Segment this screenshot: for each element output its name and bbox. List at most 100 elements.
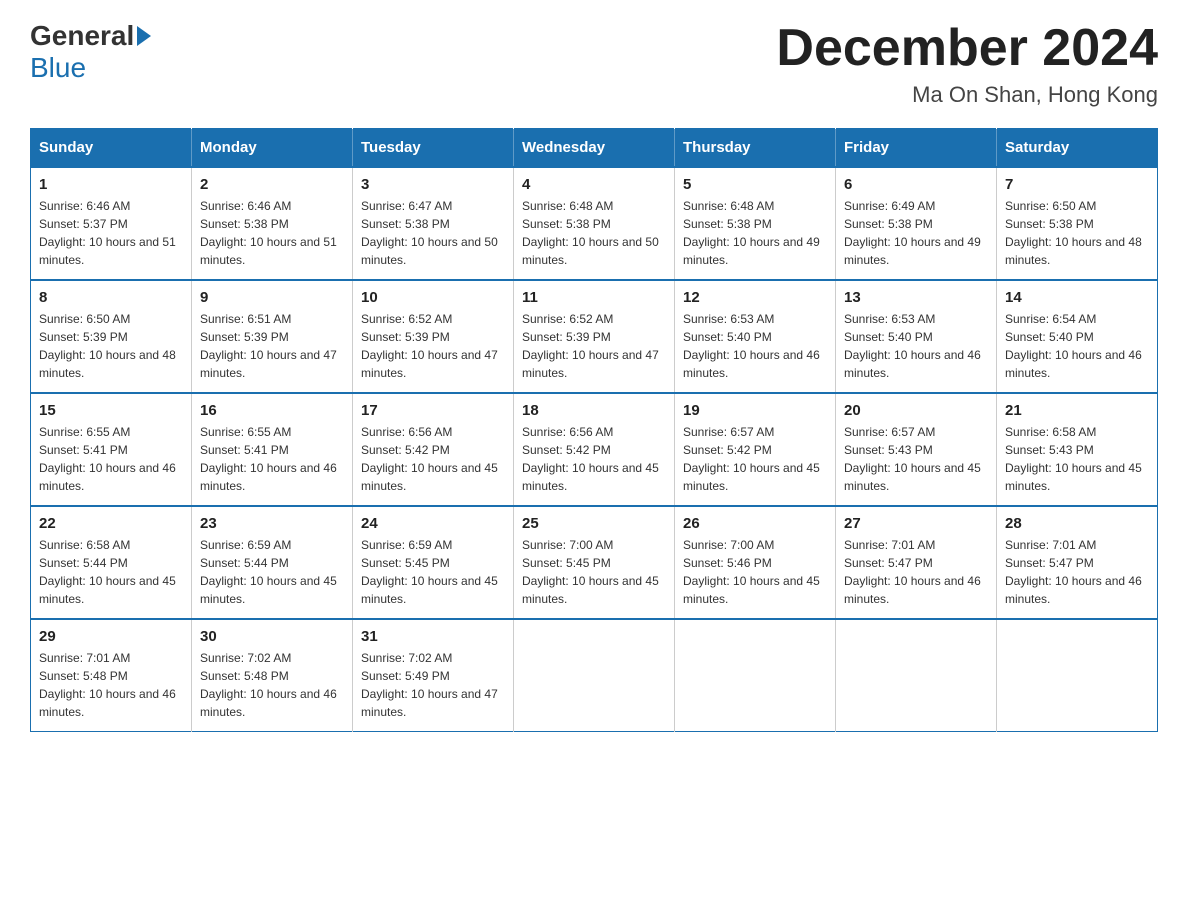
day-info: Sunrise: 7:02 AM Sunset: 5:49 PM Dayligh…	[361, 649, 505, 721]
table-row: 20 Sunrise: 6:57 AM Sunset: 5:43 PM Dayl…	[836, 393, 997, 506]
day-info: Sunrise: 6:50 AM Sunset: 5:39 PM Dayligh…	[39, 310, 183, 382]
table-row: 6 Sunrise: 6:49 AM Sunset: 5:38 PM Dayli…	[836, 167, 997, 280]
calendar-week-2: 8 Sunrise: 6:50 AM Sunset: 5:39 PM Dayli…	[31, 280, 1158, 393]
location-subtitle: Ma On Shan, Hong Kong	[776, 82, 1158, 108]
day-info: Sunrise: 6:50 AM Sunset: 5:38 PM Dayligh…	[1005, 197, 1149, 269]
day-number: 2	[200, 176, 344, 193]
day-info: Sunrise: 6:49 AM Sunset: 5:38 PM Dayligh…	[844, 197, 988, 269]
day-number: 5	[683, 176, 827, 193]
table-row: 3 Sunrise: 6:47 AM Sunset: 5:38 PM Dayli…	[353, 167, 514, 280]
table-row: 4 Sunrise: 6:48 AM Sunset: 5:38 PM Dayli…	[514, 167, 675, 280]
day-info: Sunrise: 6:56 AM Sunset: 5:42 PM Dayligh…	[522, 423, 666, 495]
day-number: 26	[683, 515, 827, 532]
day-number: 17	[361, 402, 505, 419]
day-number: 30	[200, 628, 344, 645]
day-info: Sunrise: 7:02 AM Sunset: 5:48 PM Dayligh…	[200, 649, 344, 721]
header-monday: Monday	[192, 129, 353, 168]
table-row: 8 Sunrise: 6:50 AM Sunset: 5:39 PM Dayli…	[31, 280, 192, 393]
day-info: Sunrise: 6:58 AM Sunset: 5:43 PM Dayligh…	[1005, 423, 1149, 495]
table-row: 13 Sunrise: 6:53 AM Sunset: 5:40 PM Dayl…	[836, 280, 997, 393]
logo: General Blue	[30, 20, 154, 84]
day-number: 3	[361, 176, 505, 193]
day-number: 21	[1005, 402, 1149, 419]
table-row: 9 Sunrise: 6:51 AM Sunset: 5:39 PM Dayli…	[192, 280, 353, 393]
calendar-week-1: 1 Sunrise: 6:46 AM Sunset: 5:37 PM Dayli…	[31, 167, 1158, 280]
day-info: Sunrise: 6:58 AM Sunset: 5:44 PM Dayligh…	[39, 536, 183, 608]
day-info: Sunrise: 6:46 AM Sunset: 5:38 PM Dayligh…	[200, 197, 344, 269]
day-info: Sunrise: 6:48 AM Sunset: 5:38 PM Dayligh…	[683, 197, 827, 269]
month-title: December 2024	[776, 20, 1158, 77]
table-row: 23 Sunrise: 6:59 AM Sunset: 5:44 PM Dayl…	[192, 506, 353, 619]
day-info: Sunrise: 6:53 AM Sunset: 5:40 PM Dayligh…	[683, 310, 827, 382]
table-row: 30 Sunrise: 7:02 AM Sunset: 5:48 PM Dayl…	[192, 619, 353, 732]
header-friday: Friday	[836, 129, 997, 168]
table-row: 12 Sunrise: 6:53 AM Sunset: 5:40 PM Dayl…	[675, 280, 836, 393]
calendar-header-row: Sunday Monday Tuesday Wednesday Thursday…	[31, 129, 1158, 168]
table-row	[514, 619, 675, 732]
page-header: General Blue December 2024 Ma On Shan, H…	[30, 20, 1158, 108]
day-info: Sunrise: 6:57 AM Sunset: 5:42 PM Dayligh…	[683, 423, 827, 495]
table-row	[997, 619, 1158, 732]
table-row: 10 Sunrise: 6:52 AM Sunset: 5:39 PM Dayl…	[353, 280, 514, 393]
table-row: 14 Sunrise: 6:54 AM Sunset: 5:40 PM Dayl…	[997, 280, 1158, 393]
table-row: 24 Sunrise: 6:59 AM Sunset: 5:45 PM Dayl…	[353, 506, 514, 619]
day-number: 14	[1005, 289, 1149, 306]
day-info: Sunrise: 6:47 AM Sunset: 5:38 PM Dayligh…	[361, 197, 505, 269]
day-number: 8	[39, 289, 183, 306]
day-number: 28	[1005, 515, 1149, 532]
header-sunday: Sunday	[31, 129, 192, 168]
day-number: 31	[361, 628, 505, 645]
table-row: 29 Sunrise: 7:01 AM Sunset: 5:48 PM Dayl…	[31, 619, 192, 732]
day-info: Sunrise: 6:59 AM Sunset: 5:44 PM Dayligh…	[200, 536, 344, 608]
day-number: 11	[522, 289, 666, 306]
day-number: 13	[844, 289, 988, 306]
table-row: 28 Sunrise: 7:01 AM Sunset: 5:47 PM Dayl…	[997, 506, 1158, 619]
header-tuesday: Tuesday	[353, 129, 514, 168]
table-row: 21 Sunrise: 6:58 AM Sunset: 5:43 PM Dayl…	[997, 393, 1158, 506]
table-row	[836, 619, 997, 732]
table-row	[675, 619, 836, 732]
day-info: Sunrise: 7:00 AM Sunset: 5:45 PM Dayligh…	[522, 536, 666, 608]
day-number: 10	[361, 289, 505, 306]
day-number: 16	[200, 402, 344, 419]
day-info: Sunrise: 6:57 AM Sunset: 5:43 PM Dayligh…	[844, 423, 988, 495]
table-row: 5 Sunrise: 6:48 AM Sunset: 5:38 PM Dayli…	[675, 167, 836, 280]
table-row: 7 Sunrise: 6:50 AM Sunset: 5:38 PM Dayli…	[997, 167, 1158, 280]
day-info: Sunrise: 7:01 AM Sunset: 5:47 PM Dayligh…	[1005, 536, 1149, 608]
day-info: Sunrise: 7:01 AM Sunset: 5:48 PM Dayligh…	[39, 649, 183, 721]
day-number: 22	[39, 515, 183, 532]
table-row: 15 Sunrise: 6:55 AM Sunset: 5:41 PM Dayl…	[31, 393, 192, 506]
day-info: Sunrise: 6:53 AM Sunset: 5:40 PM Dayligh…	[844, 310, 988, 382]
day-info: Sunrise: 6:55 AM Sunset: 5:41 PM Dayligh…	[200, 423, 344, 495]
day-number: 12	[683, 289, 827, 306]
day-number: 23	[200, 515, 344, 532]
day-info: Sunrise: 6:54 AM Sunset: 5:40 PM Dayligh…	[1005, 310, 1149, 382]
logo-general-text: General	[30, 20, 134, 52]
day-number: 4	[522, 176, 666, 193]
table-row: 2 Sunrise: 6:46 AM Sunset: 5:38 PM Dayli…	[192, 167, 353, 280]
day-number: 18	[522, 402, 666, 419]
day-number: 27	[844, 515, 988, 532]
calendar-week-3: 15 Sunrise: 6:55 AM Sunset: 5:41 PM Dayl…	[31, 393, 1158, 506]
table-row: 26 Sunrise: 7:00 AM Sunset: 5:46 PM Dayl…	[675, 506, 836, 619]
table-row: 17 Sunrise: 6:56 AM Sunset: 5:42 PM Dayl…	[353, 393, 514, 506]
day-number: 29	[39, 628, 183, 645]
table-row: 19 Sunrise: 6:57 AM Sunset: 5:42 PM Dayl…	[675, 393, 836, 506]
header-saturday: Saturday	[997, 129, 1158, 168]
title-block: December 2024 Ma On Shan, Hong Kong	[776, 20, 1158, 108]
header-thursday: Thursday	[675, 129, 836, 168]
calendar-week-5: 29 Sunrise: 7:01 AM Sunset: 5:48 PM Dayl…	[31, 619, 1158, 732]
day-info: Sunrise: 6:52 AM Sunset: 5:39 PM Dayligh…	[522, 310, 666, 382]
table-row: 22 Sunrise: 6:58 AM Sunset: 5:44 PM Dayl…	[31, 506, 192, 619]
day-number: 15	[39, 402, 183, 419]
logo-blue-text: Blue	[30, 52, 86, 84]
day-info: Sunrise: 6:46 AM Sunset: 5:37 PM Dayligh…	[39, 197, 183, 269]
day-number: 24	[361, 515, 505, 532]
day-info: Sunrise: 6:51 AM Sunset: 5:39 PM Dayligh…	[200, 310, 344, 382]
day-number: 6	[844, 176, 988, 193]
table-row: 16 Sunrise: 6:55 AM Sunset: 5:41 PM Dayl…	[192, 393, 353, 506]
calendar-table: Sunday Monday Tuesday Wednesday Thursday…	[30, 128, 1158, 732]
table-row: 25 Sunrise: 7:00 AM Sunset: 5:45 PM Dayl…	[514, 506, 675, 619]
day-number: 1	[39, 176, 183, 193]
day-info: Sunrise: 6:55 AM Sunset: 5:41 PM Dayligh…	[39, 423, 183, 495]
